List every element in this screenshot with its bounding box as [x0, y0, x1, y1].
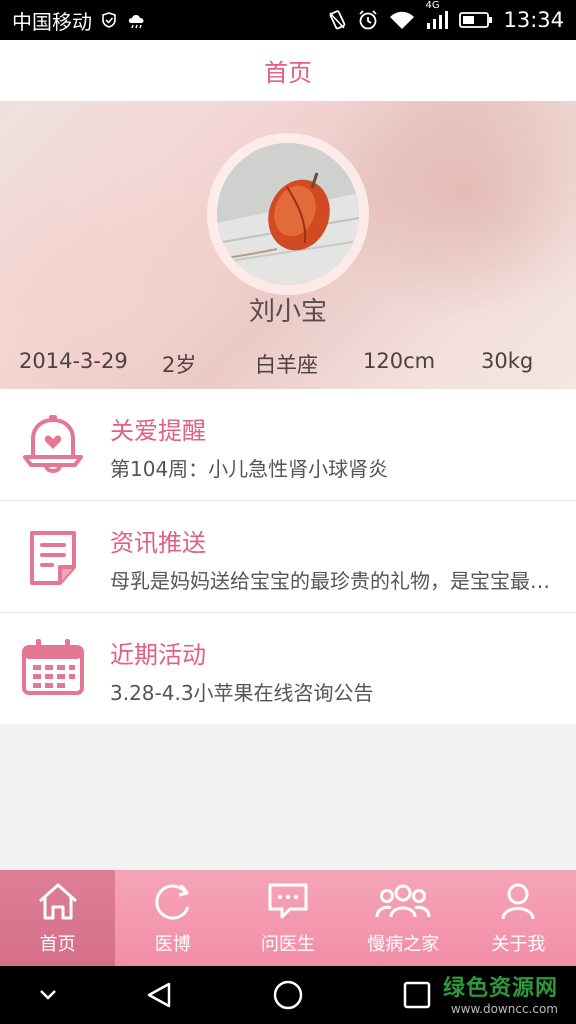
item-title: 关爱提醒 — [110, 417, 206, 445]
nav-item-ask-doctor[interactable]: 问医生 — [230, 870, 345, 966]
list-item-recent-events[interactable]: 近期活动 3.28-4.3小苹果在线咨询公告 — [0, 613, 576, 724]
item-desc: 第104周：小儿急性肾小球肾炎 — [110, 457, 389, 481]
bottom-nav: 首页 医博 问医生 慢病之家 关于我 — [0, 870, 576, 966]
nav-item-about-me[interactable]: 关于我 — [461, 870, 576, 966]
height-value: 120cm — [363, 349, 436, 373]
chat-icon — [266, 881, 310, 930]
group-icon — [375, 881, 431, 930]
page-title: 首页 — [264, 59, 312, 87]
system-nav-bar: 绿色资源网 www.downcc.com — [0, 966, 576, 1024]
network-type-label: 4G — [425, 0, 440, 11]
nav-label: 慢病之家 — [367, 933, 440, 955]
age-value: 2岁 — [162, 353, 197, 377]
weather-icon — [126, 11, 148, 29]
refresh-icon — [151, 881, 195, 930]
weight-value: 30kg — [481, 349, 534, 373]
item-desc: 3.28-4.3小苹果在线咨询公告 — [110, 681, 374, 705]
home-circle-icon[interactable] — [272, 980, 304, 1014]
status-bar: 中国移动 4G 13:34 — [0, 0, 576, 40]
bell-heart-icon — [18, 409, 88, 479]
item-desc: 母乳是妈妈送给宝宝的最珍贵的礼物，是宝宝最好的食物 — [110, 569, 555, 593]
back-icon[interactable] — [144, 980, 174, 1014]
shield-icon — [100, 11, 118, 29]
title-bar: 首页 — [0, 40, 576, 101]
zodiac-value: 白羊座 — [255, 353, 318, 377]
list-item-news-push[interactable]: 资讯推送 母乳是妈妈送给宝宝的最珍贵的礼物，是宝宝最好的食物 — [0, 501, 576, 613]
chevron-down-icon[interactable] — [36, 980, 60, 1014]
battery-icon — [459, 11, 493, 29]
watermark-main: 绿色资源网 — [442, 976, 558, 1001]
item-title: 资讯推送 — [110, 529, 206, 557]
watermark-sub: www.downcc.com — [450, 1002, 558, 1016]
carrier-label: 中国移动 — [12, 9, 92, 34]
nav-item-chronic-home[interactable]: 慢病之家 — [346, 870, 461, 966]
nav-item-home[interactable]: 首页 — [0, 870, 116, 966]
calendar-icon — [18, 633, 88, 703]
alarm-icon — [357, 9, 379, 31]
profile-banner: 刘小宝 2014-3-29 2岁 白羊座 120cm 30kg — [0, 101, 576, 389]
home-icon — [36, 881, 80, 930]
nav-label: 问医生 — [261, 933, 315, 955]
nav-label: 首页 — [39, 933, 76, 955]
wifi-icon — [389, 10, 415, 30]
document-icon — [18, 521, 88, 591]
baby-name: 刘小宝 — [248, 297, 327, 327]
user-icon — [496, 881, 540, 930]
signal-icon: 4G — [425, 0, 449, 30]
profile-info-row: 2014-3-29 2岁 白羊座 120cm 30kg — [0, 345, 576, 381]
nav-label: 医博 — [154, 933, 191, 955]
nav-item-yibo[interactable]: 医博 — [115, 870, 230, 966]
birthday-value: 2014-3-29 — [19, 349, 128, 373]
item-title: 近期活动 — [110, 641, 206, 669]
feature-list: 关爱提醒 第104周：小儿急性肾小球肾炎 资讯推送 母乳是妈妈送给宝宝的最珍贵的… — [0, 389, 576, 724]
watermark-logo: 绿色资源网 www.downcc.com — [418, 970, 558, 1022]
avatar[interactable] — [217, 143, 359, 285]
vibrate-icon — [327, 9, 347, 31]
avatar-ring — [207, 133, 369, 295]
nav-label: 关于我 — [491, 933, 546, 955]
clock-label: 13:34 — [503, 8, 564, 32]
list-item-care-reminder[interactable]: 关爱提醒 第104周：小儿急性肾小球肾炎 — [0, 389, 576, 501]
